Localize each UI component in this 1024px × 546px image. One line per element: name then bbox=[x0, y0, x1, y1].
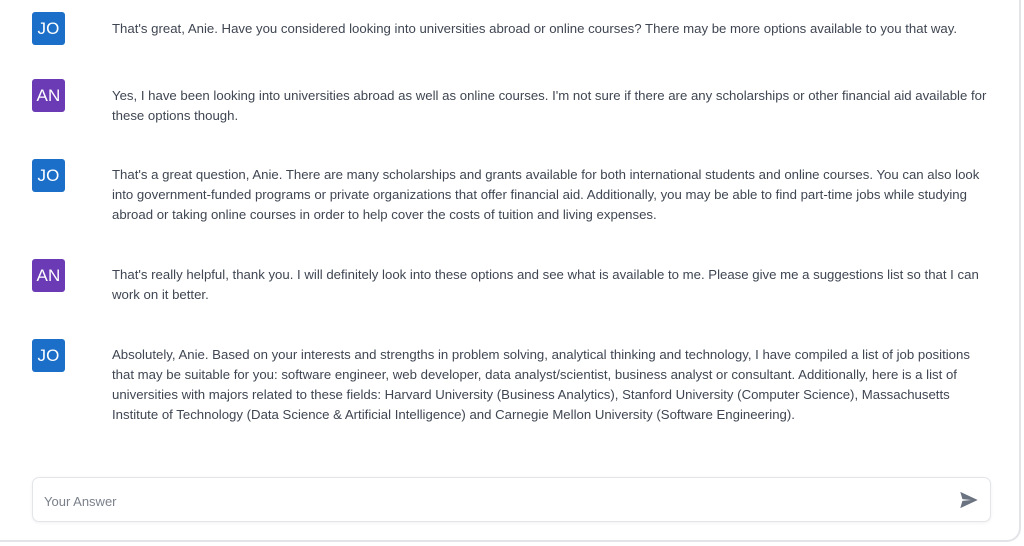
message-text: Absolutely, Anie. Based on your interest… bbox=[112, 347, 970, 422]
message-text: That's really helpful, thank you. I will… bbox=[112, 267, 979, 302]
message-text: That's a great question, Anie. There are… bbox=[112, 167, 980, 222]
send-button[interactable] bbox=[958, 489, 980, 511]
message-text: That's great, Anie. Have you considered … bbox=[112, 21, 958, 36]
avatar: JO bbox=[32, 159, 65, 192]
chat-panel: JO That's great, Anie. Have you consider… bbox=[0, 0, 1021, 542]
answer-composer bbox=[32, 477, 991, 522]
avatar: JO bbox=[32, 339, 65, 372]
avatar: AN bbox=[32, 259, 65, 292]
message-text: Yes, I have been looking into universiti… bbox=[112, 88, 987, 123]
avatar: AN bbox=[32, 79, 65, 112]
send-icon bbox=[960, 491, 978, 509]
answer-input[interactable] bbox=[42, 488, 926, 514]
avatar: JO bbox=[32, 12, 65, 45]
